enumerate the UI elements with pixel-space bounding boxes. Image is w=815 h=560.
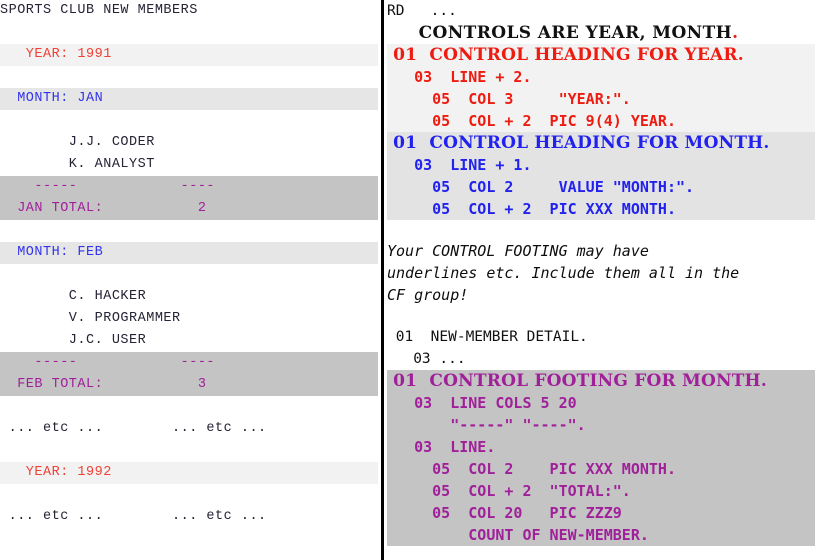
source-line-cf-03a: 03 LINE COLS 5 20 bbox=[387, 392, 815, 414]
report-line-text: JAN TOTAL: 2 bbox=[0, 201, 207, 216]
report-line-text: J.J. CODER bbox=[0, 135, 155, 150]
report-line-title: SPORTS CLUB NEW MEMBERS bbox=[0, 0, 378, 22]
source-line-ch-month-05b: 05 COL + 2 PIC XXX MONTH. bbox=[387, 198, 815, 220]
report-line-blank7 bbox=[0, 440, 378, 462]
report-line-year-1991: YEAR: 1991 bbox=[0, 44, 378, 66]
source-line-text: 01 CONTROL HEADING FOR YEAR. bbox=[387, 45, 744, 65]
source-line-text: 03 LINE. bbox=[387, 438, 496, 456]
report-line-text: ... etc ... ... etc ... bbox=[0, 509, 267, 524]
source-line-cf-03b: 03 LINE. bbox=[387, 436, 815, 458]
source-line-text: 05 COL + 2 "TOTAL:". bbox=[387, 482, 631, 500]
source-line-text: 01 CONTROL HEADING FOR MONTH. bbox=[387, 133, 770, 153]
source-line-text: Your CONTROL FOOTING may have bbox=[387, 242, 649, 260]
source-gap bbox=[387, 316, 815, 326]
report-line-text: V. PROGRAMMER bbox=[0, 311, 181, 326]
report-line-tot-jan: JAN TOTAL: 2 bbox=[0, 198, 378, 220]
source-line-text: underlines etc. Include them all in the bbox=[387, 264, 740, 282]
report-line-text: C. HACKER bbox=[0, 289, 147, 304]
source-line-text: CONTROLS ARE YEAR, MONTH bbox=[387, 23, 733, 43]
report-line-det-jan-1: J.J. CODER bbox=[0, 132, 378, 154]
source-gap bbox=[387, 220, 815, 230]
source-line-text: 01 CONTROL FOOTING FOR MONTH. bbox=[387, 371, 767, 391]
source-line-text: 05 COL + 2 PIC 9(4) YEAR. bbox=[387, 112, 676, 130]
source-line-text: 05 COL + 2 PIC XXX MONTH. bbox=[387, 200, 676, 218]
source-line-ch-year-05b: 05 COL + 2 PIC 9(4) YEAR. bbox=[387, 110, 815, 132]
source-line-tail: . bbox=[732, 23, 739, 43]
report-line-text: J.C. USER bbox=[0, 333, 147, 348]
source-line-ch-year-05a: 05 COL 3 "YEAR:". bbox=[387, 88, 815, 110]
source-line-text: 05 COL 2 PIC XXX MONTH. bbox=[387, 460, 676, 478]
source-line-text: COUNT OF NEW-MEMBER. bbox=[387, 526, 649, 544]
source-line-rd: RD ... bbox=[387, 0, 815, 22]
report-line-text: SPORTS CLUB NEW MEMBERS bbox=[0, 3, 198, 18]
report-line-blank6 bbox=[0, 396, 378, 418]
source-line-cf-05b: 05 COL + 2 "TOTAL:". bbox=[387, 480, 815, 502]
report-line-blank5 bbox=[0, 264, 378, 286]
source-line-detail-01: 01 NEW-MEMBER DETAIL. bbox=[387, 326, 815, 348]
source-line-text: 05 COL 20 PIC ZZZ9 bbox=[387, 504, 622, 522]
source-line-note-3: CF group! bbox=[387, 284, 815, 306]
source-line-text: 05 COL 2 VALUE "MONTH:". bbox=[387, 178, 695, 196]
report-line-blank2 bbox=[0, 66, 378, 88]
report-line-text: MONTH: JAN bbox=[0, 91, 104, 106]
source-line-text: 03 LINE + 1. bbox=[387, 156, 532, 174]
report-line-text: ... etc ... ... etc ... bbox=[0, 421, 267, 436]
source-line-text: 05 COL 3 "YEAR:". bbox=[387, 90, 631, 108]
source-line-cf-05a: 05 COL 2 PIC XXX MONTH. bbox=[387, 458, 815, 480]
report-line-rule-jan: ----- ---- bbox=[0, 176, 378, 198]
source-line-ch-month: 01 CONTROL HEADING FOR MONTH. bbox=[387, 132, 815, 154]
panel-divider bbox=[381, 0, 384, 560]
report-line-rule-feb: ----- ---- bbox=[0, 352, 378, 374]
report-line-etc-2: ... etc ... ... etc ... bbox=[0, 506, 378, 528]
source-line-detail-03: 03 ... bbox=[387, 348, 815, 370]
report-line-blank3 bbox=[0, 110, 378, 132]
report-line-text: YEAR: 1991 bbox=[0, 47, 112, 62]
source-line-text: 01 NEW-MEMBER DETAIL. bbox=[387, 329, 588, 345]
report-control-break-illustration: SPORTS CLUB NEW MEMBERS YEAR: 1991 MONTH… bbox=[0, 0, 815, 560]
report-line-blank1 bbox=[0, 22, 378, 44]
source-line-ch-year-03: 03 LINE + 2. bbox=[387, 66, 815, 88]
source-line-ch-year: 01 CONTROL HEADING FOR YEAR. bbox=[387, 44, 815, 66]
report-line-det-feb-1: C. HACKER bbox=[0, 286, 378, 308]
cobol-source-panel: RD ... CONTROLS ARE YEAR, MONTH. 01 CONT… bbox=[387, 0, 815, 560]
report-line-det-feb-2: V. PROGRAMMER bbox=[0, 308, 378, 330]
report-line-etc-1: ... etc ... ... etc ... bbox=[0, 418, 378, 440]
report-line-year-1992: YEAR: 1992 bbox=[0, 462, 378, 484]
report-line-text: FEB TOTAL: 3 bbox=[0, 377, 207, 392]
source-line-ch-month-05a: 05 COL 2 VALUE "MONTH:". bbox=[387, 176, 815, 198]
report-line-blank8 bbox=[0, 484, 378, 506]
report-line-month-jan: MONTH: JAN bbox=[0, 88, 378, 110]
report-line-text: MONTH: FEB bbox=[0, 245, 104, 260]
report-line-det-feb-3: J.C. USER bbox=[0, 330, 378, 352]
report-line-det-jan-2: K. ANALYST bbox=[0, 154, 378, 176]
source-gap bbox=[387, 230, 815, 240]
report-line-blank4 bbox=[0, 220, 378, 242]
report-line-text: ----- ---- bbox=[0, 179, 216, 194]
source-line-text: CF group! bbox=[387, 286, 469, 304]
report-line-month-feb: MONTH: FEB bbox=[0, 242, 378, 264]
report-line-tot-feb: FEB TOTAL: 3 bbox=[0, 374, 378, 396]
report-line-text: ----- ---- bbox=[0, 355, 216, 370]
source-line-controls-are: CONTROLS ARE YEAR, MONTH. bbox=[387, 22, 815, 44]
source-line-text: 03 LINE + 2. bbox=[387, 68, 532, 86]
source-line-cf-05c: 05 COL 20 PIC ZZZ9 bbox=[387, 502, 815, 524]
report-line-text: YEAR: 1992 bbox=[0, 465, 112, 480]
source-gap bbox=[387, 306, 815, 316]
source-line-text: 03 ... bbox=[387, 351, 466, 367]
source-line-ch-month-03: 03 LINE + 1. bbox=[387, 154, 815, 176]
source-line-text: "-----" "----". bbox=[387, 416, 586, 434]
source-line-note-1: Your CONTROL FOOTING may have bbox=[387, 240, 815, 262]
source-line-text: RD ... bbox=[387, 3, 457, 19]
report-output-panel: SPORTS CLUB NEW MEMBERS YEAR: 1991 MONTH… bbox=[0, 0, 378, 560]
source-line-note-2: underlines etc. Include them all in the bbox=[387, 262, 815, 284]
source-line-cf-03a-lit: "-----" "----". bbox=[387, 414, 815, 436]
source-line-cf-month: 01 CONTROL FOOTING FOR MONTH. bbox=[387, 370, 815, 392]
report-line-text: K. ANALYST bbox=[0, 157, 155, 172]
source-line-text: 03 LINE COLS 5 20 bbox=[387, 394, 577, 412]
source-line-cf-05c-cont: COUNT OF NEW-MEMBER. bbox=[387, 524, 815, 546]
